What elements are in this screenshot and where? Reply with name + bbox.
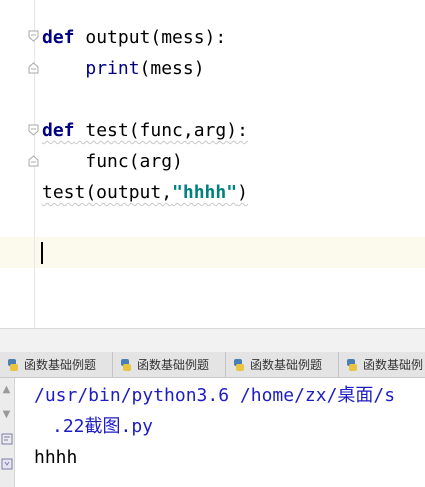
code-line[interactable]: test(output,"hhhh"): [42, 181, 248, 205]
code-line[interactable]: func(arg): [42, 150, 183, 174]
python-icon: [121, 358, 131, 371]
code-text: (mess): [139, 58, 205, 79]
console-command-line-wrap: .22截图.py: [52, 416, 154, 437]
tab-label: 函数基础例题: [250, 358, 323, 372]
current-line-gutter: [0, 237, 35, 268]
arrow-up-icon[interactable]: ▲: [0, 382, 13, 396]
fold-end-icon[interactable]: [28, 155, 39, 167]
code-editor[interactable]: def output(mess): print(mess) def test(f…: [0, 0, 425, 328]
run-tab-bar: 函数基础例题 函数基础例题 函数基础例题 函数基础例: [0, 352, 425, 378]
console-command-line: /usr/bin/python3.6 /home/zx/桌面/s: [34, 385, 396, 406]
string-literal: "hhhh": [172, 182, 238, 203]
tool-window-divider[interactable]: [0, 328, 425, 353]
code-text: test(output,: [42, 182, 173, 203]
soft-wrap-icon[interactable]: [0, 432, 13, 446]
code-line[interactable]: def test(func,arg):: [42, 119, 248, 143]
current-line-highlight[interactable]: [0, 237, 425, 268]
builtin-print: print: [85, 58, 140, 79]
arrow-down-icon[interactable]: ▼: [0, 407, 13, 421]
run-tab[interactable]: 函数基础例: [339, 352, 425, 377]
scroll-to-end-icon[interactable]: [0, 457, 13, 471]
run-tab[interactable]: 函数基础例题: [0, 352, 113, 377]
console-output[interactable]: /usr/bin/python3.6 /home/zx/桌面/s .22截图.p…: [0, 378, 425, 487]
tab-label: 函数基础例题: [24, 358, 97, 372]
console-output-line: hhhh: [34, 447, 78, 468]
fold-start-icon[interactable]: [28, 124, 39, 136]
console-toolbar: ▲ ▼: [0, 378, 15, 487]
python-icon: [8, 358, 18, 371]
run-tab[interactable]: 函数基础例题: [113, 352, 226, 377]
python-icon: [347, 358, 357, 371]
python-icon: [234, 358, 244, 371]
tab-label: 函数基础例题: [137, 358, 210, 372]
fold-end-icon[interactable]: [28, 62, 39, 74]
tab-label: 函数基础例: [363, 358, 424, 372]
code-text: output(mess):: [74, 27, 227, 48]
keyword-def: def: [42, 120, 75, 141]
code-line[interactable]: def output(mess):: [42, 26, 226, 50]
fold-start-icon[interactable]: [28, 30, 39, 42]
text-cursor: [41, 242, 43, 264]
code-line[interactable]: print(mess): [42, 57, 205, 81]
code-text: test(func,arg):: [74, 120, 248, 141]
run-tab[interactable]: 函数基础例题: [226, 352, 339, 377]
code-text: ): [237, 182, 248, 203]
keyword-def: def: [42, 27, 75, 48]
code-text: func(arg): [85, 151, 183, 172]
